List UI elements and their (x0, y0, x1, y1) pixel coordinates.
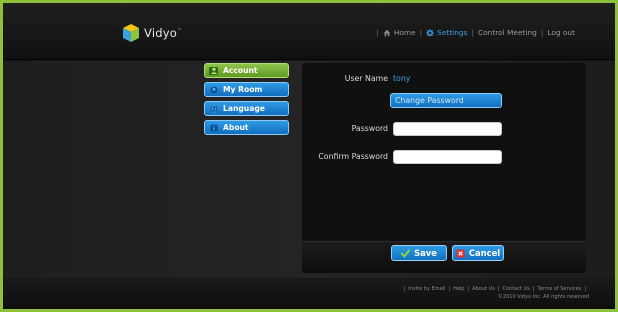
home-icon (383, 29, 391, 36)
globe-icon (209, 104, 218, 113)
close-icon (456, 248, 465, 258)
nav-separator: | (540, 28, 544, 37)
footer-link-terms[interactable]: Terms of Services (538, 286, 582, 292)
account-settings-panel: User Name tony Change Password Password … (302, 63, 586, 273)
footer-separator: | (532, 286, 535, 292)
footer-separator: | (448, 286, 451, 292)
save-button[interactable]: Save (391, 245, 447, 261)
nav-home-label: Home (393, 28, 416, 37)
nav-separator: | (376, 28, 379, 37)
footer-separator: | (467, 286, 470, 292)
gear-icon (426, 28, 434, 37)
username-label: User Name (344, 74, 388, 83)
app-frame: Vidyo™ | Home | Settings | Control Meeti… (3, 3, 615, 309)
checkmark-icon (401, 248, 411, 258)
nav-settings[interactable]: Settings (426, 28, 467, 37)
change-password-label: Change Password (395, 96, 464, 105)
nav-separator: | (419, 28, 423, 37)
brand-name: Vidyo™ (144, 26, 183, 40)
nav-control-meeting[interactable]: Control Meeting (478, 28, 537, 37)
nav-separator: | (471, 28, 474, 37)
footer: | Invite by Email | Help | About Us | Co… (3, 279, 615, 309)
password-field[interactable] (393, 122, 502, 136)
confirm-password-field[interactable] (393, 150, 502, 164)
footer-link-contact[interactable]: Contact Us (503, 286, 530, 292)
sidebar-item-my-room[interactable]: My Room (204, 82, 289, 97)
footer-separator: | (497, 286, 500, 292)
nav-home[interactable]: Home (383, 28, 416, 37)
sidebar-item-label: Language (223, 104, 265, 113)
confirm-password-label: Confirm Password (318, 152, 388, 161)
change-password-button[interactable]: Change Password (390, 93, 502, 108)
cancel-label: Cancel (468, 248, 501, 258)
top-navigation: | Home | Settings | Control Meeting | Lo… (372, 28, 575, 37)
password-label: Password (351, 124, 388, 133)
cancel-button[interactable]: Cancel (452, 245, 504, 261)
footer-link-invite[interactable]: Invite by Email (408, 286, 445, 292)
vidyo-logo[interactable]: Vidyo™ (121, 23, 182, 43)
nav-logout[interactable]: Log out (547, 28, 575, 37)
room-icon (209, 86, 218, 94)
vidyo-cube-icon (123, 24, 139, 42)
header: Vidyo™ | Home | Settings | Control Meeti… (3, 3, 615, 60)
sidebar-item-label: My Room (223, 85, 263, 94)
sidebar-item-account[interactable]: Account (204, 63, 289, 78)
sidebar-item-label: Account (223, 66, 258, 75)
sidebar-item-language[interactable]: Language (204, 101, 289, 116)
footer-link-about-us[interactable]: About Us (472, 286, 495, 292)
save-label: Save (414, 248, 437, 258)
main-content: Account My Room Language About User Name… (3, 61, 615, 278)
account-icon (209, 66, 218, 75)
footer-separator: | (403, 286, 406, 292)
footer-link-help[interactable]: Help (453, 286, 464, 292)
footer-separator: | (584, 286, 586, 292)
sidebar-item-about[interactable]: About (204, 120, 289, 135)
copyright-text: ©2010 Vidyo Inc. All rights reserved (497, 294, 589, 300)
info-icon (209, 124, 218, 132)
sidebar-item-label: About (223, 123, 249, 132)
username-value: tony (393, 74, 411, 83)
nav-settings-label: Settings (437, 28, 468, 37)
footer-links: | Invite by Email | Help | About Us | Co… (400, 286, 589, 292)
